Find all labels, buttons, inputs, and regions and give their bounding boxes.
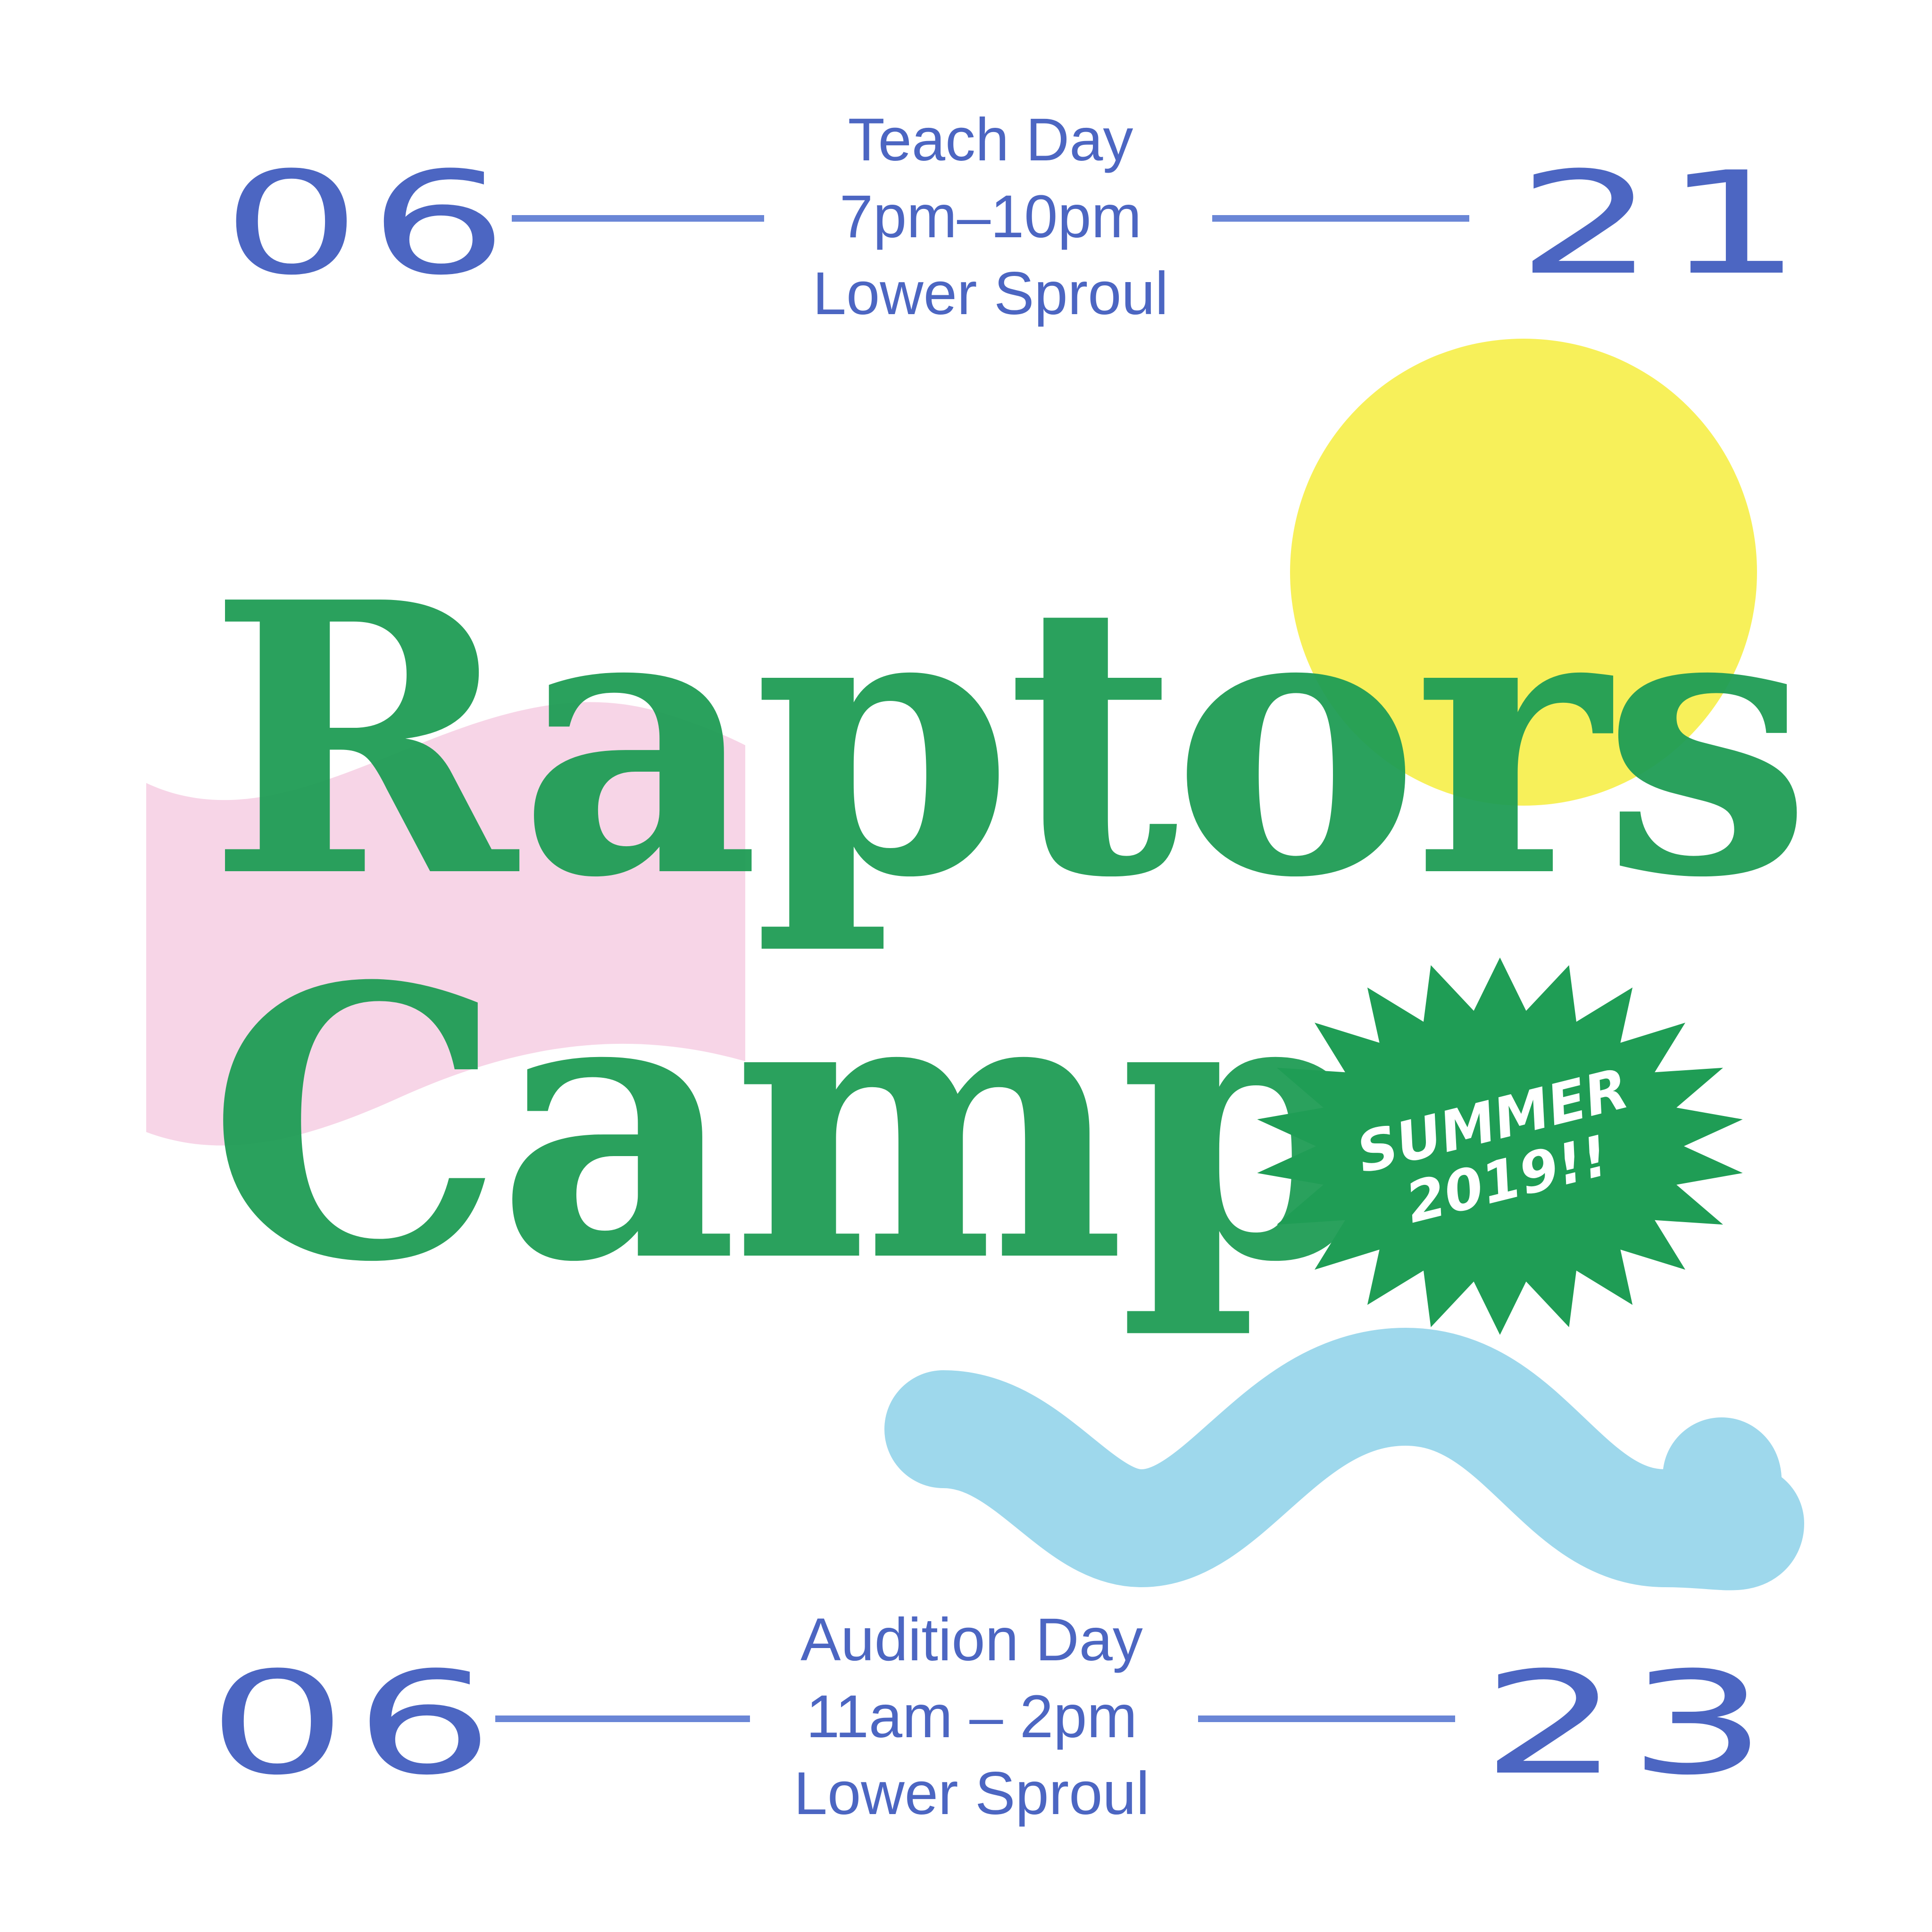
- bottom-month: 06: [208, 1641, 501, 1806]
- top-month: 06: [222, 142, 516, 306]
- top-event-title: Teach Day: [848, 106, 1133, 174]
- badge-text: SUMMER 2019!!: [1348, 1056, 1652, 1243]
- headline-line-1: Raptors: [208, 522, 1812, 959]
- poster: Raptors Camp SUMMER 2019!! 06 Teach Day …: [0, 0, 1932, 1932]
- bottom-event-info: Audition Day 11am – 2pm Lower Sproul: [736, 1601, 1208, 1832]
- top-rule-left: [512, 215, 764, 222]
- top-day: 21: [1516, 142, 1810, 306]
- bottom-day: 23: [1481, 1641, 1775, 1806]
- bottom-event-time: 11am – 2pm: [806, 1683, 1137, 1750]
- bottom-event-title: Audition Day: [800, 1606, 1143, 1674]
- bottom-rule-right: [1198, 1715, 1455, 1722]
- bottom-rule-left: [495, 1715, 750, 1722]
- bottom-event-location: Lower Sproul: [793, 1760, 1150, 1827]
- top-rule-right: [1212, 215, 1469, 222]
- headline-line-2: Camp: [208, 906, 1379, 1344]
- top-event-info: Teach Day 7pm–10pm Lower Sproul: [755, 101, 1226, 332]
- top-event-location: Lower Sproul: [812, 260, 1169, 327]
- top-event-time: 7pm–10pm: [839, 183, 1142, 250]
